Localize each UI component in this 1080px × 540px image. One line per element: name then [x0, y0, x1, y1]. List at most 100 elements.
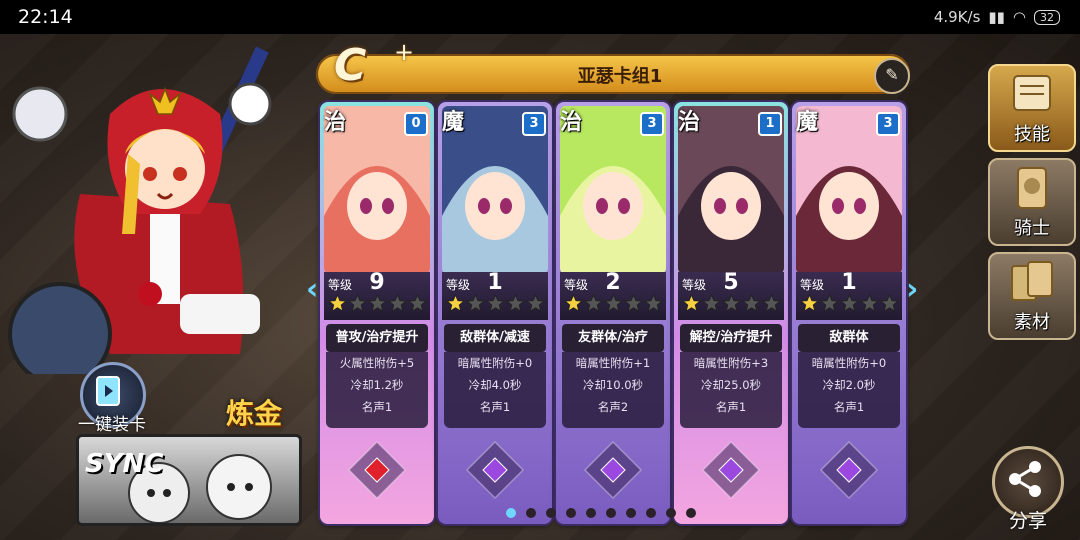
- card-skill: 友群体/治疗: [562, 324, 664, 352]
- card-cost: 3: [522, 112, 546, 136]
- card-fame: 名声1: [479, 400, 511, 414]
- next-deck-arrow-icon[interactable]: ›: [906, 272, 922, 308]
- card-cost: 1: [758, 112, 782, 136]
- card-level-bar: 等级 2: [560, 270, 666, 320]
- card-info: 暗属性附伤+3 冷却25.0秒 名声1: [680, 352, 782, 428]
- card-level-value: 2: [605, 270, 621, 295]
- pagination-dot[interactable]: [586, 508, 596, 518]
- card-cost: 0: [404, 112, 428, 136]
- star-icon: [408, 294, 427, 313]
- pagination-dot[interactable]: [666, 508, 676, 518]
- card-type: 魔: [442, 110, 465, 135]
- card-level-bar: 等级 9: [324, 270, 430, 320]
- card-star-rating: [682, 294, 782, 313]
- battery-icon: 32: [1034, 9, 1060, 25]
- pagination-dot[interactable]: [606, 508, 616, 518]
- card-fame: 名声1: [361, 400, 393, 414]
- quill-icon[interactable]: ✎: [874, 58, 910, 94]
- star-icon: [762, 294, 781, 313]
- gem-socket-icon[interactable]: [465, 440, 525, 500]
- star-icon: [584, 294, 603, 313]
- card-element-bonus: 暗属性附伤+1: [575, 356, 651, 370]
- card-star-rating: [564, 294, 664, 313]
- card-element-bonus: 暗属性附伤+0: [457, 356, 533, 370]
- star-icon: [624, 294, 643, 313]
- star-icon: [368, 294, 387, 313]
- side-menu-material-button[interactable]: 素材: [988, 252, 1076, 340]
- knight-card-icon: [1017, 167, 1047, 209]
- card-slot[interactable]: 魔 3 等级 1 敌群体/减速 暗属性附伤+0 冷却4.0秒 名声1: [438, 102, 552, 524]
- gem-socket-icon[interactable]: [583, 440, 643, 500]
- card-skill: 敌群体: [798, 324, 900, 352]
- pagination-dot[interactable]: [686, 508, 696, 518]
- card-info: 暗属性附伤+0 冷却2.0秒 名声1: [798, 352, 900, 428]
- card-slot[interactable]: 治 1 等级 5 解控/治疗提升 暗属性附伤+3 冷却25.0秒 名声1: [674, 102, 788, 524]
- hero-character-portrait: [8, 46, 272, 374]
- gem-socket-icon[interactable]: [819, 440, 879, 500]
- pagination-dot[interactable]: [506, 508, 516, 518]
- alchemy-label[interactable]: 炼金: [226, 392, 282, 432]
- quick-equip-label: 一键装卡: [78, 415, 146, 435]
- card-cooldown: 冷却10.0秒: [582, 378, 644, 392]
- card-level-value: 9: [369, 270, 385, 295]
- card-star-rating: [800, 294, 900, 313]
- star-icon: [682, 294, 701, 313]
- card-cost: 3: [876, 112, 900, 136]
- card-info: 火属性附伤+5 冷却1.2秒 名声1: [326, 352, 428, 428]
- status-bar: 22:14 4.9K/s ▮▮ ◠ 32: [0, 0, 1080, 34]
- share-label: 分享: [1008, 510, 1047, 532]
- star-icon: [800, 294, 819, 313]
- card-list: 治 0 等级 9 普攻/治疗提升 火属性附伤+5 冷却1.2秒 名声1 魔 3 等级 1 敌群体/减速…: [320, 102, 906, 526]
- star-icon: [722, 294, 741, 313]
- card-type: 治: [324, 110, 347, 135]
- star-icon: [702, 294, 721, 313]
- pagination-dot[interactable]: [526, 508, 536, 518]
- card-type: 治: [560, 110, 583, 135]
- card-level-value: 1: [841, 270, 857, 295]
- deck-name[interactable]: 亚瑟卡组1: [520, 62, 720, 88]
- card-cooldown: 冷却2.0秒: [822, 378, 876, 392]
- card-level-bar: 等级 1: [442, 270, 548, 320]
- card-info: 暗属性附伤+1 冷却10.0秒 名声2: [562, 352, 664, 428]
- star-icon: [604, 294, 623, 313]
- star-icon: [526, 294, 545, 313]
- sync-button[interactable]: SYNC: [76, 434, 302, 526]
- star-icon: [348, 294, 367, 313]
- card-cooldown: 冷却1.2秒: [350, 378, 404, 392]
- pagination-dot[interactable]: [646, 508, 656, 518]
- star-icon: [446, 294, 465, 313]
- network-speed: 4.9K/s: [933, 8, 981, 26]
- gem-socket-icon[interactable]: [701, 440, 761, 500]
- card-level-bar: 等级 1: [796, 270, 902, 320]
- card-level-value: 1: [487, 270, 503, 295]
- side-menu-skills-button[interactable]: 技能: [988, 64, 1076, 152]
- side-menu-label: 骑士: [1014, 218, 1050, 239]
- card-slot[interactable]: 治 0 等级 9 普攻/治疗提升火属性附伤+5 冷却1.2秒 名声1: [320, 102, 434, 524]
- clock: 22:14: [18, 6, 73, 28]
- side-menu-label: 素材: [1014, 312, 1050, 333]
- card-skill: 解控/治疗提升: [680, 324, 782, 352]
- star-icon: [644, 294, 663, 313]
- card-fame: 名声1: [833, 400, 865, 414]
- card-level-bar: 等级 5: [678, 270, 784, 320]
- side-menu-label: 技能: [1014, 124, 1050, 145]
- pagination-dot[interactable]: [546, 508, 556, 518]
- card-fame: 名声1: [715, 400, 747, 414]
- card-info: 暗属性附伤+0 冷却4.0秒 名声1: [444, 352, 546, 428]
- card-skill: 普攻/治疗提升: [326, 324, 428, 352]
- pagination-dot[interactable]: [626, 508, 636, 518]
- card-element-bonus: 火属性附伤+5: [339, 356, 415, 370]
- pagination-dot[interactable]: [566, 508, 576, 518]
- card-slot[interactable]: 治 3 等级 2 友群体/治疗 暗属性附伤+1 冷却10.0秒 名声2: [556, 102, 670, 524]
- card-slot[interactable]: 魔 3 等级 1 敌群体 暗属性附伤+0 冷却2.0秒 名声1: [792, 102, 906, 524]
- star-icon: [820, 294, 839, 313]
- star-icon: [860, 294, 879, 313]
- signal-icon: ▮▮: [988, 8, 1005, 26]
- side-menu-knight-button[interactable]: 骑士: [988, 158, 1076, 246]
- star-icon: [840, 294, 859, 313]
- card-fame: 名声2: [597, 400, 629, 414]
- card-element-bonus: 暗属性附伤+0: [811, 356, 887, 370]
- card-cooldown: 冷却4.0秒: [468, 378, 522, 392]
- gem-socket-icon[interactable]: [347, 440, 407, 500]
- star-icon: [466, 294, 485, 313]
